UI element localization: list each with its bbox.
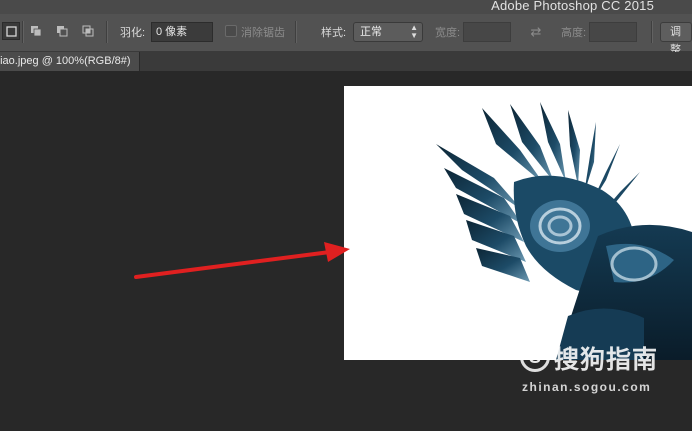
sogou-watermark: S 搜狗指南 zhinan.sogou.com [520, 342, 690, 400]
watermark-url: zhinan.sogou.com [522, 380, 652, 394]
sogou-logo-icon: S [520, 342, 550, 372]
watermark-brand: 搜狗指南 [554, 346, 659, 374]
